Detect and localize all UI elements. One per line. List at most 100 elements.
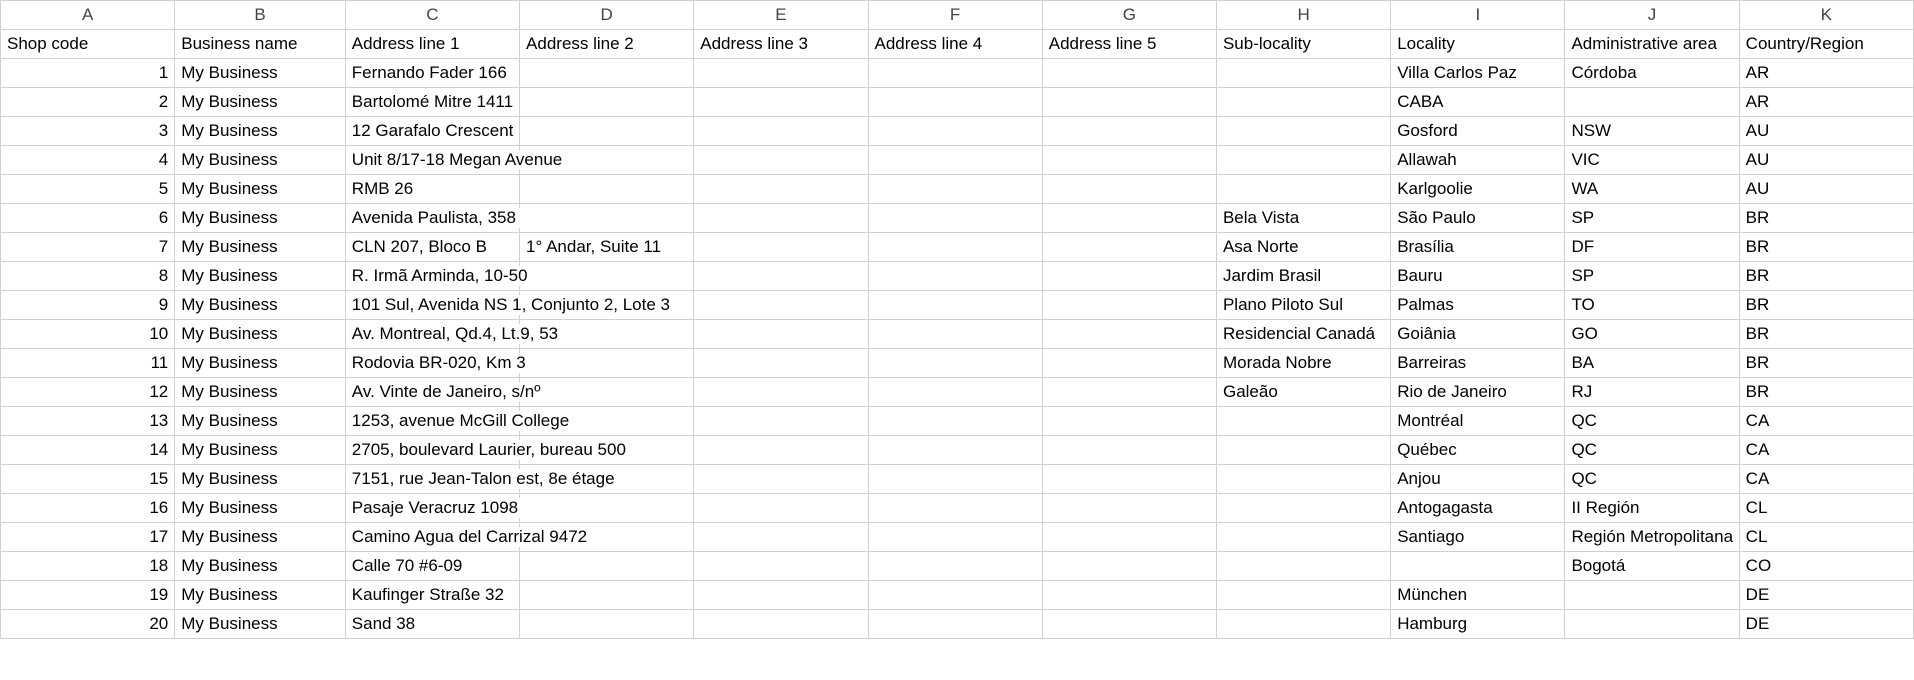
header-cell[interactable]: Address line 4 bbox=[868, 30, 1042, 59]
cell-addr3[interactable] bbox=[694, 88, 868, 117]
cell-addr1[interactable]: Av. Vinte de Janeiro, s/nº bbox=[345, 378, 519, 407]
cell-addr3[interactable] bbox=[694, 233, 868, 262]
cell-country[interactable]: CL bbox=[1739, 523, 1913, 552]
cell-country[interactable]: CA bbox=[1739, 436, 1913, 465]
header-cell[interactable]: Locality bbox=[1391, 30, 1565, 59]
cell-code[interactable]: 4 bbox=[1, 146, 175, 175]
cell-addr2[interactable] bbox=[520, 204, 694, 233]
cell-biz[interactable]: My Business bbox=[175, 610, 346, 639]
cell-biz[interactable]: My Business bbox=[175, 523, 346, 552]
cell-addr3[interactable] bbox=[694, 291, 868, 320]
cell-addr4[interactable] bbox=[868, 494, 1042, 523]
cell-code[interactable]: 8 bbox=[1, 262, 175, 291]
cell-addr5[interactable] bbox=[1042, 523, 1216, 552]
cell-code[interactable]: 6 bbox=[1, 204, 175, 233]
cell-addr2[interactable] bbox=[520, 378, 694, 407]
header-cell[interactable]: Address line 2 bbox=[520, 30, 694, 59]
cell-biz[interactable]: My Business bbox=[175, 581, 346, 610]
cell-addr4[interactable] bbox=[868, 523, 1042, 552]
cell-addr1[interactable]: CLN 207, Bloco B bbox=[345, 233, 519, 262]
column-header-H[interactable]: H bbox=[1216, 1, 1390, 30]
cell-addr1[interactable]: Avenida Paulista, 358 bbox=[345, 204, 519, 233]
cell-sub[interactable] bbox=[1216, 581, 1390, 610]
cell-addr2[interactable] bbox=[520, 117, 694, 146]
cell-addr1[interactable]: Sand 38 bbox=[345, 610, 519, 639]
cell-biz[interactable]: My Business bbox=[175, 59, 346, 88]
cell-addr5[interactable] bbox=[1042, 146, 1216, 175]
cell-addr5[interactable] bbox=[1042, 59, 1216, 88]
spreadsheet-table[interactable]: ABCDEFGHIJK Shop codeBusiness nameAddres… bbox=[0, 0, 1914, 639]
cell-addr5[interactable] bbox=[1042, 465, 1216, 494]
cell-admin[interactable]: II Región bbox=[1565, 494, 1739, 523]
cell-addr4[interactable] bbox=[868, 320, 1042, 349]
column-header-D[interactable]: D bbox=[520, 1, 694, 30]
cell-addr2[interactable] bbox=[520, 59, 694, 88]
cell-loc[interactable]: Villa Carlos Paz bbox=[1391, 59, 1565, 88]
cell-country[interactable]: AU bbox=[1739, 146, 1913, 175]
header-cell[interactable]: Administrative area bbox=[1565, 30, 1739, 59]
cell-addr4[interactable] bbox=[868, 117, 1042, 146]
cell-sub[interactable] bbox=[1216, 436, 1390, 465]
cell-addr5[interactable] bbox=[1042, 117, 1216, 146]
cell-biz[interactable]: My Business bbox=[175, 349, 346, 378]
cell-loc[interactable]: Anjou bbox=[1391, 465, 1565, 494]
cell-addr5[interactable] bbox=[1042, 494, 1216, 523]
cell-code[interactable]: 13 bbox=[1, 407, 175, 436]
cell-addr1[interactable]: Fernando Fader 166 bbox=[345, 59, 519, 88]
cell-sub[interactable] bbox=[1216, 610, 1390, 639]
cell-sub[interactable] bbox=[1216, 407, 1390, 436]
cell-sub[interactable] bbox=[1216, 552, 1390, 581]
header-cell[interactable]: Business name bbox=[175, 30, 346, 59]
cell-country[interactable]: CO bbox=[1739, 552, 1913, 581]
cell-loc[interactable]: Santiago bbox=[1391, 523, 1565, 552]
cell-loc[interactable] bbox=[1391, 552, 1565, 581]
cell-country[interactable]: AR bbox=[1739, 88, 1913, 117]
cell-addr3[interactable] bbox=[694, 378, 868, 407]
cell-code[interactable]: 2 bbox=[1, 88, 175, 117]
cell-addr5[interactable] bbox=[1042, 436, 1216, 465]
cell-admin[interactable]: GO bbox=[1565, 320, 1739, 349]
cell-addr1[interactable]: Camino Agua del Carrizal 9472 bbox=[345, 523, 519, 552]
cell-biz[interactable]: My Business bbox=[175, 117, 346, 146]
cell-addr5[interactable] bbox=[1042, 291, 1216, 320]
cell-sub[interactable]: Morada Nobre bbox=[1216, 349, 1390, 378]
cell-sub[interactable]: Bela Vista bbox=[1216, 204, 1390, 233]
cell-addr3[interactable] bbox=[694, 59, 868, 88]
cell-biz[interactable]: My Business bbox=[175, 204, 346, 233]
cell-admin[interactable]: QC bbox=[1565, 436, 1739, 465]
cell-addr1[interactable]: 101 Sul, Avenida NS 1, Conjunto 2, Lote … bbox=[345, 291, 519, 320]
cell-country[interactable]: BR bbox=[1739, 349, 1913, 378]
cell-addr1[interactable]: 12 Garafalo Crescent bbox=[345, 117, 519, 146]
header-cell[interactable]: Country/Region bbox=[1739, 30, 1913, 59]
cell-country[interactable]: DE bbox=[1739, 581, 1913, 610]
column-header-F[interactable]: F bbox=[868, 1, 1042, 30]
cell-sub[interactable] bbox=[1216, 59, 1390, 88]
cell-loc[interactable]: Allawah bbox=[1391, 146, 1565, 175]
cell-addr4[interactable] bbox=[868, 204, 1042, 233]
cell-admin[interactable]: WA bbox=[1565, 175, 1739, 204]
column-header-B[interactable]: B bbox=[175, 1, 346, 30]
cell-biz[interactable]: My Business bbox=[175, 320, 346, 349]
cell-admin[interactable]: VIC bbox=[1565, 146, 1739, 175]
cell-country[interactable]: DE bbox=[1739, 610, 1913, 639]
cell-addr2[interactable]: 1° Andar, Suite 11 bbox=[520, 233, 694, 262]
cell-addr5[interactable] bbox=[1042, 378, 1216, 407]
cell-country[interactable]: CL bbox=[1739, 494, 1913, 523]
cell-country[interactable]: BR bbox=[1739, 320, 1913, 349]
cell-addr4[interactable] bbox=[868, 465, 1042, 494]
cell-biz[interactable]: My Business bbox=[175, 552, 346, 581]
cell-addr5[interactable] bbox=[1042, 175, 1216, 204]
cell-code[interactable]: 3 bbox=[1, 117, 175, 146]
cell-addr2[interactable] bbox=[520, 610, 694, 639]
cell-addr5[interactable] bbox=[1042, 88, 1216, 117]
cell-addr4[interactable] bbox=[868, 88, 1042, 117]
column-header-K[interactable]: K bbox=[1739, 1, 1913, 30]
cell-admin[interactable]: NSW bbox=[1565, 117, 1739, 146]
cell-addr3[interactable] bbox=[694, 349, 868, 378]
cell-biz[interactable]: My Business bbox=[175, 88, 346, 117]
cell-addr3[interactable] bbox=[694, 610, 868, 639]
cell-sub[interactable] bbox=[1216, 494, 1390, 523]
cell-addr2[interactable] bbox=[520, 262, 694, 291]
cell-admin[interactable]: Córdoba bbox=[1565, 59, 1739, 88]
cell-addr2[interactable] bbox=[520, 581, 694, 610]
